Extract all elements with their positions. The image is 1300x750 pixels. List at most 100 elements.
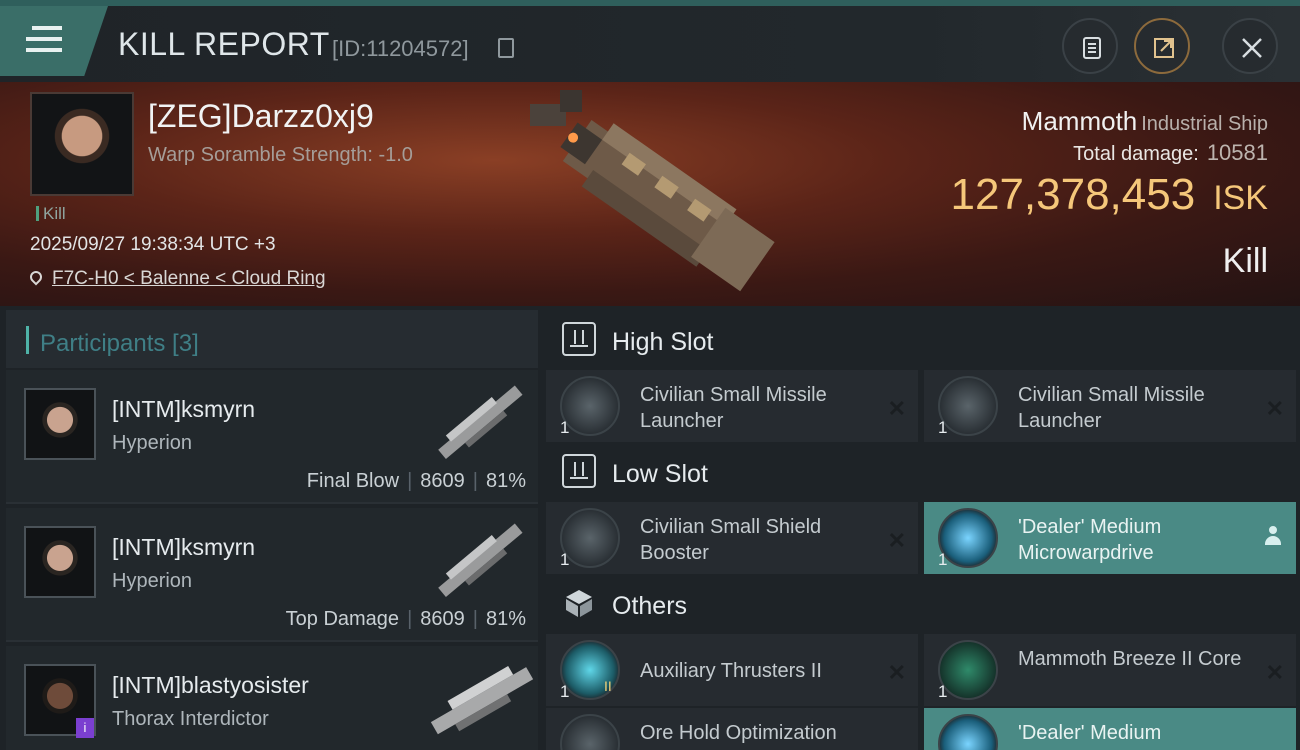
interdictor-badge-icon: i xyxy=(76,718,94,738)
item-name: 'Dealer' Medium xyxy=(1018,722,1162,744)
stat-separator: | xyxy=(407,470,413,492)
participant-role: Top Damage xyxy=(285,608,400,630)
microwarpdrive-icon xyxy=(938,714,998,750)
participant-row[interactable]: [INTM]ksmyrn Hyperion Final Blow | 8609 | 81… xyxy=(6,370,538,504)
participants-label: Participants [3] xyxy=(40,330,199,357)
stat-separator: | xyxy=(472,470,478,492)
kill-tag: Kill xyxy=(36,204,66,224)
fitting-item[interactable]: 1 Civilian Small Shield Booster ✕ xyxy=(546,502,918,574)
victim-ship-image xyxy=(530,90,775,292)
low-slot-icon xyxy=(562,454,596,488)
participant-ship: Thorax Interdictor xyxy=(112,708,269,730)
participant-role: Final Blow xyxy=(306,470,400,492)
item-name: Ore Hold Optimization xyxy=(640,722,837,744)
participant-name: [INTM]ksmyrn xyxy=(112,534,256,560)
high-slot-header: High Slot xyxy=(546,310,1298,368)
others-label: Others xyxy=(612,592,688,620)
high-slot-label: High Slot xyxy=(612,328,714,356)
item-name: Civilian Small Missile Launcher xyxy=(640,384,827,432)
participant-avatar xyxy=(24,388,96,460)
stat-separator: | xyxy=(407,608,413,630)
total-damage-label: Total damage: xyxy=(1073,143,1199,165)
item-quantity: 1 xyxy=(938,682,948,701)
fitting-item-dropped[interactable]: 1 'Dealer' Medium Microwarpdrive xyxy=(924,502,1296,574)
location-link[interactable]: F7C-H0 < Balenne < Cloud Ring xyxy=(52,268,326,289)
item-quantity: 1 xyxy=(938,550,948,569)
fittings-panel: High Slot 1 Civilian Small Missile Launc… xyxy=(540,306,1300,750)
participant-percent: 81% xyxy=(485,470,526,492)
stat-separator: | xyxy=(472,608,478,630)
kill-datetime: 2025/09/27 19:38:34 UTC +3 xyxy=(30,234,276,255)
person-icon xyxy=(1264,526,1282,546)
isk-amount: 127,378,453 xyxy=(950,170,1196,219)
close-icon xyxy=(1242,38,1262,58)
participants-panel: Participants [3] [INTM]ksmyrn Hyperion F… xyxy=(0,306,540,750)
victim-ship-name[interactable]: Mammoth xyxy=(1022,106,1138,136)
destroyed-x-icon: ✕ xyxy=(887,396,906,421)
participant-damage: 8609 xyxy=(420,470,465,492)
total-damage: Total damage: 10581 xyxy=(1073,140,1268,166)
participant-stats: Final Blow | 8609 | 81% xyxy=(307,470,526,493)
location-pin-icon xyxy=(27,268,45,286)
isk-value: 127,378,453 ISK xyxy=(951,170,1269,220)
kill-location[interactable]: F7C-H0 < Balenne < Cloud Ring xyxy=(27,268,326,290)
destroyed-x-icon: ✕ xyxy=(887,660,906,685)
low-slot-label: Low Slot xyxy=(612,460,708,488)
item-name: Civilian Small Missile Launcher xyxy=(1018,384,1205,432)
isk-unit: ISK xyxy=(1213,179,1268,217)
destroyed-x-icon: ✕ xyxy=(1265,660,1284,685)
participant-percent: 81% xyxy=(485,608,526,630)
participant-name: [INTM]ksmyrn xyxy=(112,396,256,422)
kill-id: [ID:11204572] xyxy=(332,36,469,61)
victim-pilot-name[interactable]: [ZEG]Darzz0xj9 xyxy=(148,98,374,135)
fitting-item[interactable]: Ore Hold Optimization xyxy=(546,708,918,750)
item-quantity: 1 xyxy=(560,682,570,701)
victim-ship-class: Industrial Ship xyxy=(1141,113,1268,135)
participant-row[interactable]: i [INTM]blastyosister Thorax Interdictor xyxy=(6,646,538,750)
share-button[interactable] xyxy=(1134,18,1190,74)
fitting-item-dropped[interactable]: 'Dealer' Medium xyxy=(924,708,1296,750)
participants-header: Participants [3] xyxy=(6,310,538,368)
participant-ship: Hyperion xyxy=(112,432,193,454)
item-quantity: 1 xyxy=(560,550,570,569)
item-name: Auxiliary Thrusters II xyxy=(640,660,822,682)
participant-row[interactable]: [INTM]ksmyrn Hyperion Top Damage | 8609 | 81… xyxy=(6,508,538,642)
victim-banner: [ZEG]Darzz0xj9 Warp Soramble Strength: -… xyxy=(0,82,1300,306)
destroyed-x-icon: ✕ xyxy=(887,528,906,553)
item-quantity: 1 xyxy=(938,418,948,437)
item-name: Mammoth Breeze II Core xyxy=(1018,648,1242,670)
menu-button[interactable] xyxy=(0,6,108,76)
participant-stats: Top Damage | 8609 | 81% xyxy=(286,608,526,631)
participant-ship-image xyxy=(430,666,534,735)
fitting-item[interactable]: 1 Civilian Small Missile Launcher ✕ xyxy=(546,370,918,442)
tier-badge: II xyxy=(604,678,612,694)
participant-ship-image xyxy=(438,523,523,597)
victim-avatar[interactable] xyxy=(30,92,134,196)
fitting-item[interactable]: 1 Civilian Small Missile Launcher ✕ xyxy=(924,370,1296,442)
close-button[interactable] xyxy=(1222,18,1278,74)
destroyed-x-icon: ✕ xyxy=(1265,396,1284,421)
fitting-item[interactable]: 1 II Auxiliary Thrusters II ✕ xyxy=(546,634,918,706)
participant-ship: Hyperion xyxy=(112,570,193,592)
low-slot-header: Low Slot xyxy=(546,442,1298,500)
participants-accent xyxy=(26,326,29,354)
high-slot-icon xyxy=(562,322,596,356)
cube-icon xyxy=(562,586,596,620)
clipboard-icon xyxy=(1083,37,1101,59)
ore-hold-icon xyxy=(560,714,620,750)
participant-damage: 8609 xyxy=(420,608,465,630)
page-title: KILL REPORT xyxy=(118,26,330,62)
participant-ship-image xyxy=(438,385,523,459)
item-name: 'Dealer' Medium Microwarpdrive xyxy=(1018,516,1162,564)
share-icon xyxy=(1154,38,1174,58)
copy-icon[interactable] xyxy=(498,38,514,58)
others-header: Others xyxy=(546,574,1298,632)
item-name: Civilian Small Shield Booster xyxy=(640,516,822,564)
participant-avatar xyxy=(24,526,96,598)
kill-result: Kill xyxy=(1222,242,1268,280)
menu-icon xyxy=(26,26,62,54)
clipboard-button[interactable] xyxy=(1062,18,1118,74)
fitting-item[interactable]: 1 Mammoth Breeze II Core ✕ xyxy=(924,634,1296,706)
header-bar: KILL REPORT [ID:11204572] xyxy=(0,6,1300,82)
participant-name: [INTM]blastyosister xyxy=(112,672,309,698)
